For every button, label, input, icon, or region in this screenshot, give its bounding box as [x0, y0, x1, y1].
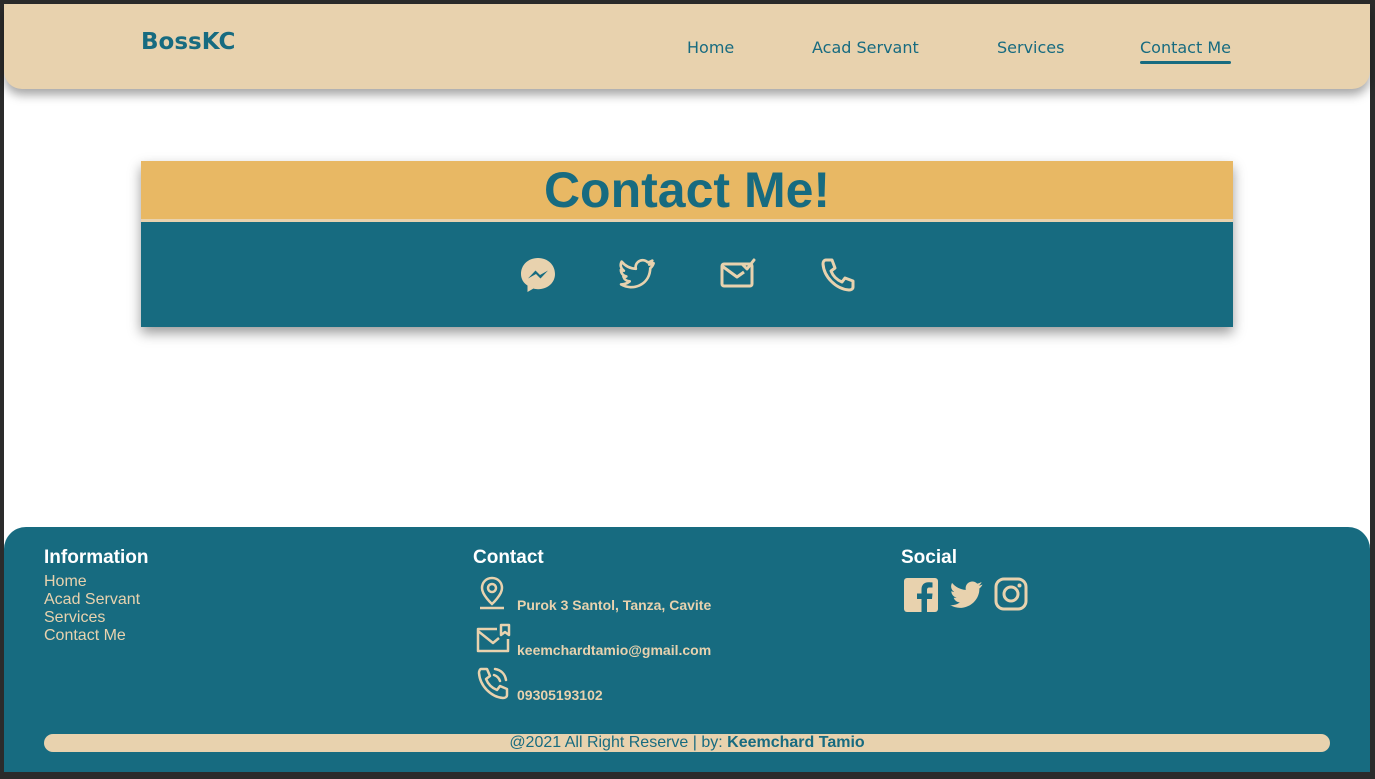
- footer: Information Home Acad Servant Services C…: [4, 527, 1370, 772]
- copyright-text: @2021 All Right Reserve | by:: [509, 734, 728, 751]
- brand-logo[interactable]: BossKC: [141, 29, 235, 55]
- messenger-icon[interactable]: [518, 255, 558, 295]
- navbar: BossKC Home Acad Servant Services Contac…: [4, 4, 1370, 89]
- nav-home[interactable]: Home: [687, 38, 734, 57]
- copyright-author: Keemchard Tamio: [727, 734, 865, 751]
- copyright-bar: @2021 All Right Reserve | by: Keemchard …: [44, 734, 1330, 752]
- footer-contact-heading: Contact: [473, 547, 544, 568]
- nav-contact-me[interactable]: Contact Me: [1140, 38, 1231, 64]
- contact-card-header: Contact Me!: [141, 161, 1233, 219]
- footer-phone: 09305193102: [517, 687, 603, 703]
- twitter-icon[interactable]: [618, 255, 658, 295]
- phone-icon[interactable]: [818, 255, 858, 295]
- phone-call-icon: [477, 667, 509, 700]
- mail-icon: [476, 623, 511, 653]
- nav-services[interactable]: Services: [997, 38, 1064, 57]
- footer-link-acad-servant[interactable]: Acad Servant: [44, 591, 140, 609]
- location-pin-icon: [480, 576, 504, 610]
- footer-information-heading: Information: [44, 547, 149, 568]
- footer-social-heading: Social: [901, 547, 957, 568]
- footer-link-contact-me[interactable]: Contact Me: [44, 627, 126, 645]
- footer-link-services[interactable]: Services: [44, 609, 105, 627]
- nav-acad-servant[interactable]: Acad Servant: [812, 38, 919, 57]
- instagram-icon[interactable]: [993, 576, 1029, 612]
- footer-address: Purok 3 Santol, Tanza, Cavite: [517, 597, 712, 613]
- mail-check-icon[interactable]: [718, 255, 758, 295]
- twitter-icon[interactable]: [947, 577, 985, 613]
- contact-card: Contact Me!: [141, 161, 1233, 327]
- facebook-icon[interactable]: [903, 577, 939, 613]
- contact-icons-bar: [141, 222, 1233, 327]
- page: BossKC Home Acad Servant Services Contac…: [4, 4, 1370, 772]
- footer-link-home[interactable]: Home: [44, 573, 87, 591]
- contact-title: Contact Me!: [543, 162, 831, 218]
- footer-email[interactable]: keemchardtamio@gmail.com: [517, 642, 711, 658]
